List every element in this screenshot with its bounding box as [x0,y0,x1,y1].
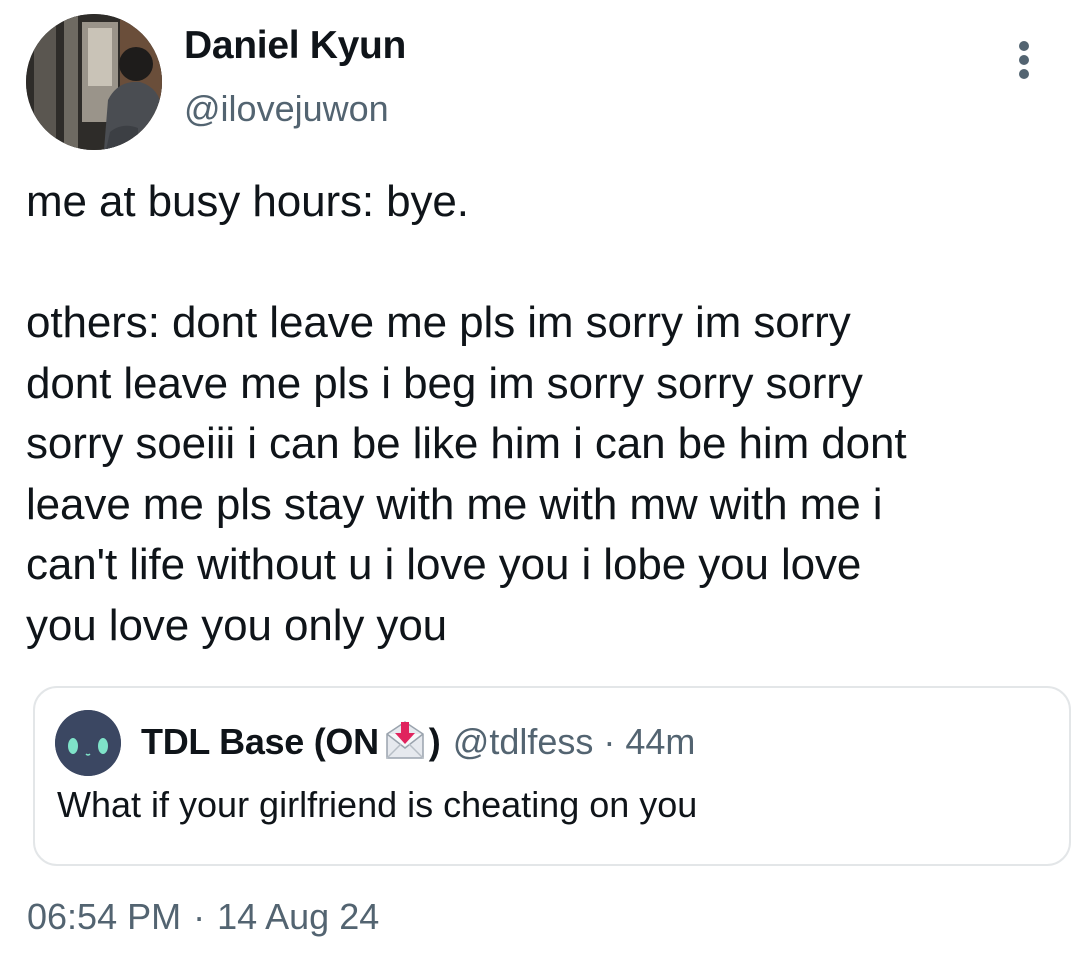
quoted-author-handle[interactable]: @tdlfess [453,721,594,763]
quoted-tweet-time[interactable]: 44m [625,721,695,763]
user-avatar-photo [26,14,162,150]
tweet-timestamp: 06:54 PM · 14 Aug 24 [27,896,379,938]
quoted-tweet-text: What if your girlfriend is cheating on y… [57,784,698,825]
quoted-author-name[interactable]: TDL Base (ON [141,721,379,763]
quoted-author-avatar[interactable] [55,710,121,776]
author-display-name[interactable]: Daniel Kyun [184,24,406,68]
quoted-header-separator: · [603,721,616,762]
tweet-time[interactable]: 06:54 PM [27,896,181,938]
quoted-avatar-face-icon [55,710,121,776]
quoted-tweet-header: TDL Base (ON ) @tdlfess · 44m [141,718,695,766]
quoted-author-name-suffix: ) [428,721,441,762]
author-avatar[interactable] [26,14,162,150]
inbox-envelope-icon [383,720,427,760]
timestamp-separator: · [193,896,206,937]
more-vertical-icon [1019,41,1029,79]
tweet-text: me at busy hours: bye. others: dont leav… [26,177,907,650]
author-handle[interactable]: @ilovejuwon [184,88,389,130]
more-options-button[interactable] [1004,38,1044,82]
quoted-tweet-card[interactable]: TDL Base (ON ) @tdlfess · 44m What if yo… [33,686,1071,866]
tweet-date[interactable]: 14 Aug 24 [217,896,379,938]
